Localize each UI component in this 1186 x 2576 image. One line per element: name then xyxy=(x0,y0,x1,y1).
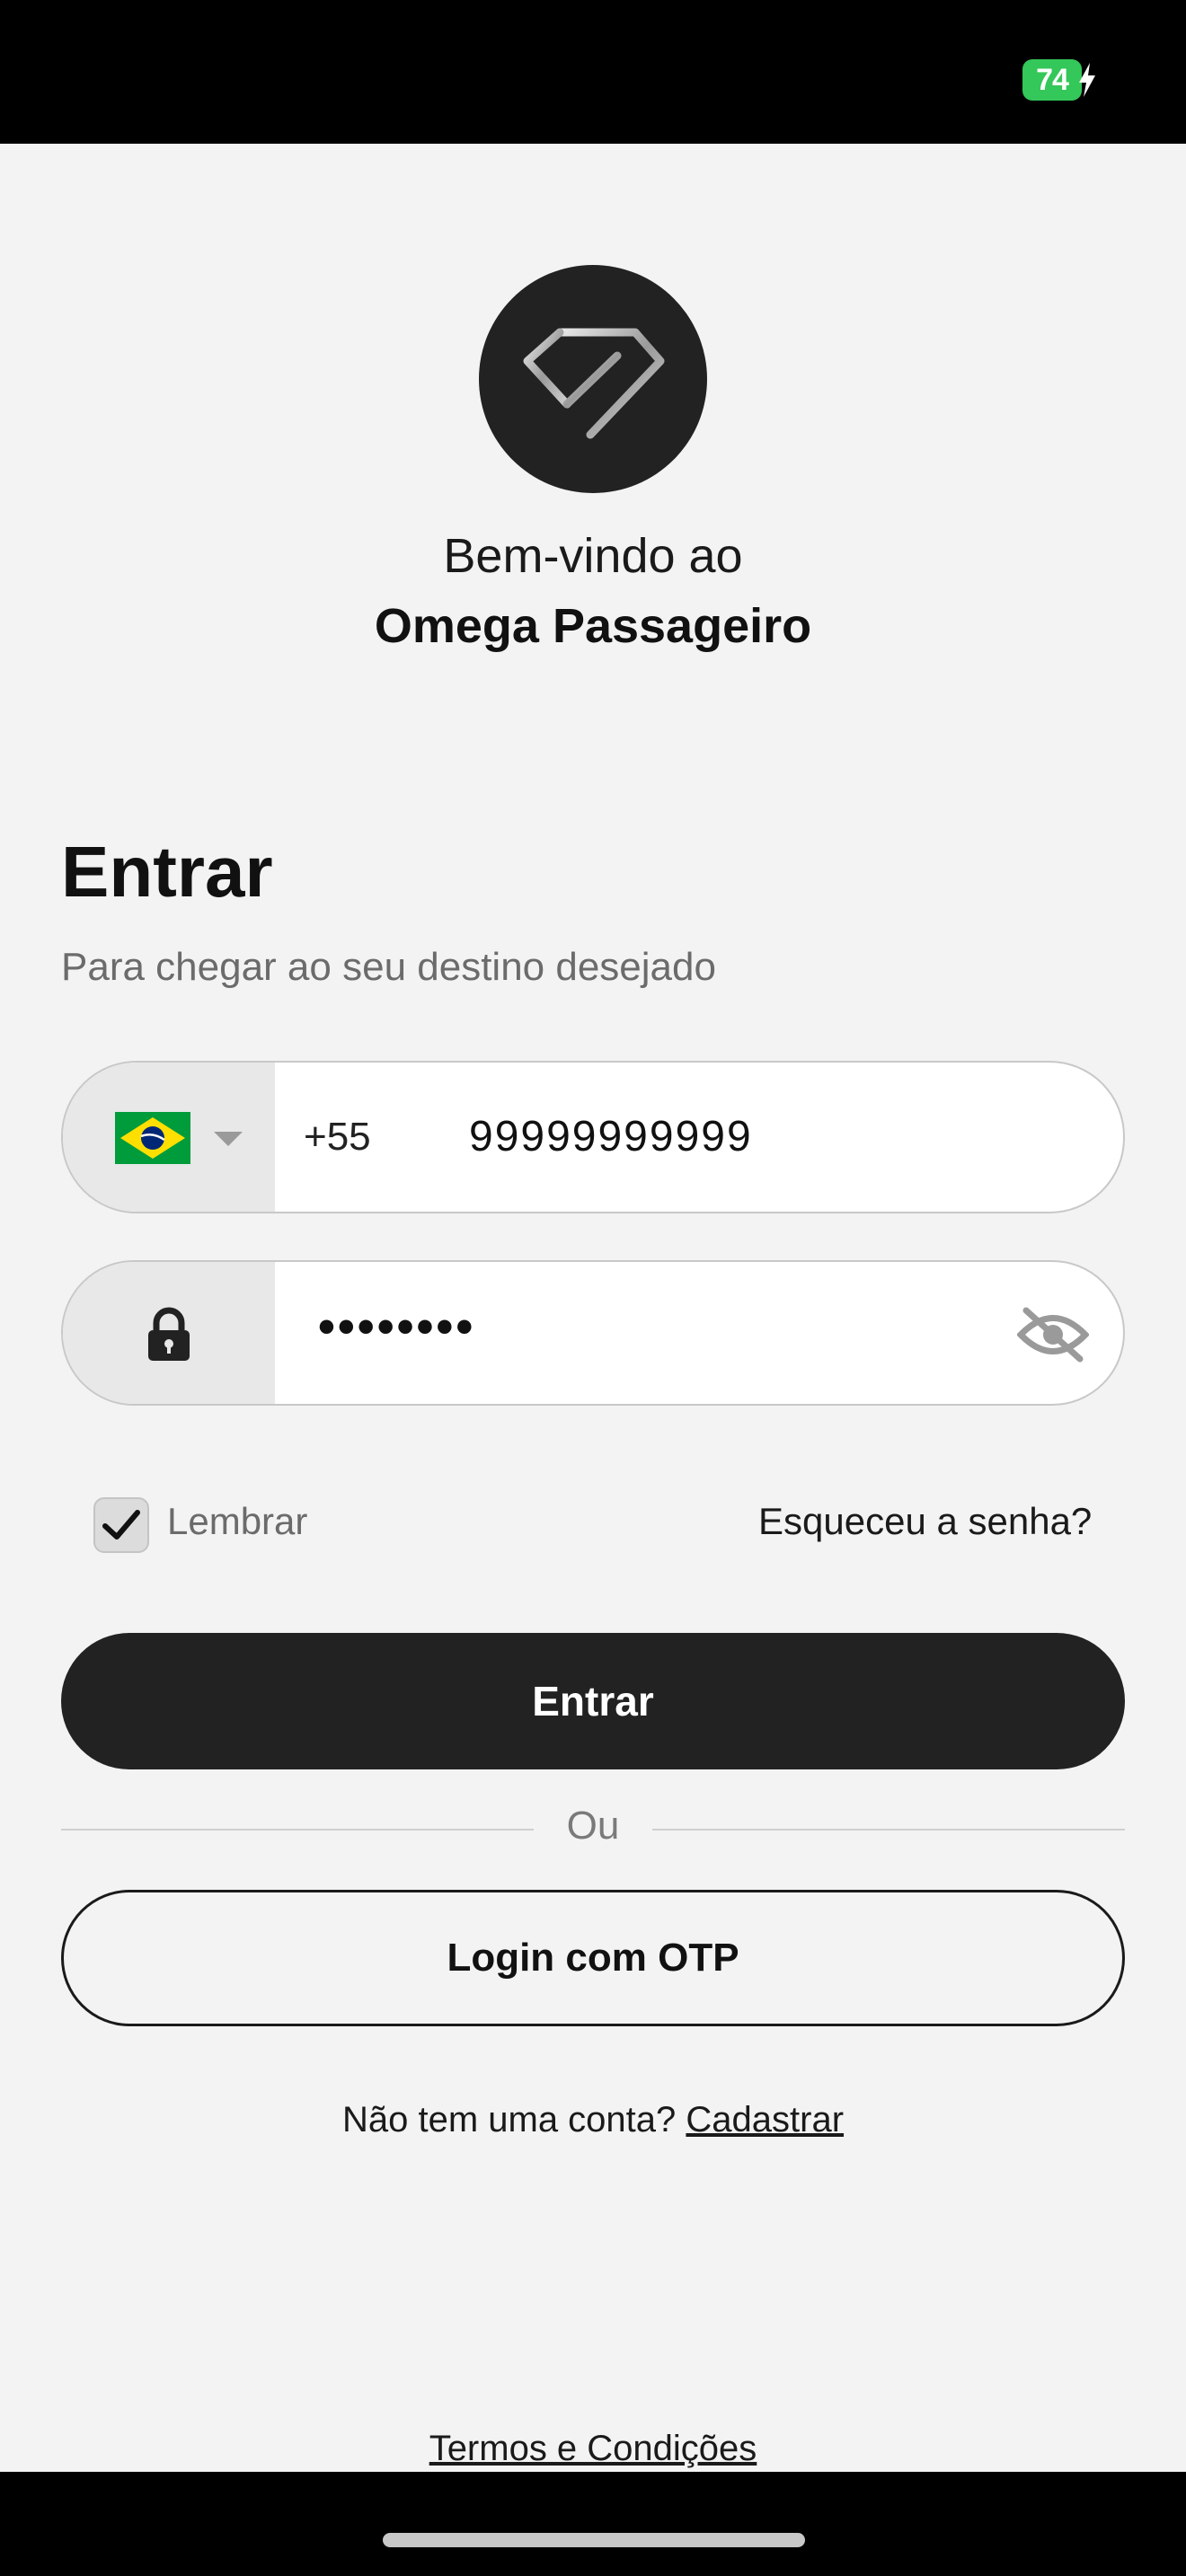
welcome-line: Bem-vindo ao xyxy=(443,529,743,583)
phone-field[interactable]: +55 99999999999 xyxy=(61,1061,1125,1213)
divider-text: Ou xyxy=(566,1804,620,1848)
checkmark-icon xyxy=(102,1510,140,1539)
eye-off-icon[interactable] xyxy=(1017,1305,1089,1364)
app-logo xyxy=(479,265,707,493)
page-subtitle: Para chegar ao seu destino desejado xyxy=(61,945,716,989)
lock-icon xyxy=(148,1307,190,1361)
password-input[interactable]: •••••••• xyxy=(318,1262,475,1404)
home-indicator[interactable] xyxy=(383,2533,805,2547)
bolt-icon xyxy=(1079,63,1095,97)
home-bar-area xyxy=(0,2472,1186,2576)
forgot-password-link[interactable]: Esqueceu a senha? xyxy=(758,1500,1092,1543)
signup-prompt: Não tem uma conta? xyxy=(341,2100,677,2139)
signup-link[interactable]: Cadastrar xyxy=(686,2100,844,2139)
password-prefix xyxy=(63,1262,275,1404)
battery-indicator: 74 xyxy=(1022,59,1082,101)
battery-level: 74 xyxy=(1036,63,1069,97)
divider-left xyxy=(61,1829,534,1831)
country-selector[interactable] xyxy=(63,1063,275,1212)
brazil-flag-icon xyxy=(115,1112,190,1164)
chevron-down-icon xyxy=(214,1132,243,1146)
page-title: Entrar xyxy=(61,832,273,912)
password-field[interactable]: •••••••• xyxy=(61,1260,1125,1406)
signup-row: Não tem uma conta? Cadastrar xyxy=(0,2100,1186,2140)
dial-code: +55 xyxy=(304,1115,371,1159)
diamond-logo-icon xyxy=(523,328,665,439)
login-button[interactable]: Entrar xyxy=(61,1633,1125,1769)
status-bar: 74 xyxy=(0,0,1186,144)
app-name: Omega Passageiro xyxy=(374,599,812,653)
terms-link[interactable]: Termos e Condições xyxy=(0,2429,1186,2469)
otp-login-button[interactable]: Login com OTP xyxy=(61,1890,1125,2026)
phone-input[interactable]: 99999999999 xyxy=(469,1063,753,1212)
remember-label[interactable]: Lembrar xyxy=(167,1500,307,1543)
divider-right xyxy=(652,1829,1125,1831)
remember-checkbox[interactable] xyxy=(93,1497,149,1553)
